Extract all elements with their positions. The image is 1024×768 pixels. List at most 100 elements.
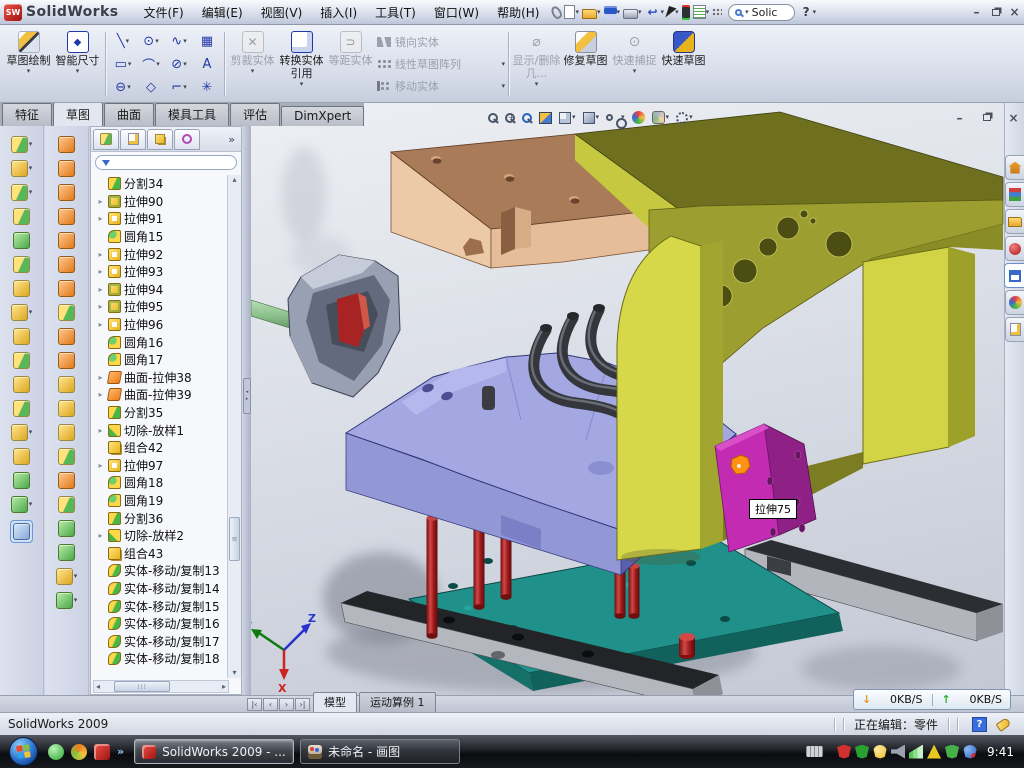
model-3d-view[interactable]: Y Z X (251, 103, 1004, 695)
panel-tab[interactable] (120, 129, 146, 150)
restore-button[interactable] (986, 5, 1005, 20)
rebuild-icon[interactable] (682, 5, 690, 20)
toolbar-button[interactable] (13, 328, 30, 345)
app-icon[interactable] (71, 744, 87, 760)
view-orientation-icon[interactable] (559, 112, 571, 124)
tree-item[interactable]: 实体-移动/复制14 (92, 580, 226, 598)
dropdown-caret[interactable] (183, 38, 187, 45)
toolbar-button[interactable] (11, 304, 33, 321)
tab-nav-button[interactable]: › (279, 698, 294, 711)
toolbar-button[interactable] (13, 472, 30, 489)
print-icon[interactable] (623, 9, 638, 19)
network-icon[interactable] (909, 745, 923, 759)
task-button[interactable]: 未命名 - 画图 (300, 739, 460, 764)
help-button[interactable]: ? (803, 5, 810, 19)
toolbar-button[interactable] (11, 160, 33, 177)
tree-item[interactable]: 拉伸92 (92, 245, 226, 263)
tree-item[interactable]: 圆角18 (92, 474, 226, 492)
toolbar-button[interactable] (58, 160, 75, 177)
ribbon-button[interactable]: 草图绘制 (4, 28, 53, 100)
line-icon[interactable]: ╲ (109, 30, 137, 53)
tree-item[interactable]: 拉伸97 (92, 457, 226, 475)
antivirus-icon[interactable] (837, 745, 851, 759)
hide-show-items-icon[interactable] (606, 114, 613, 121)
ribbon-button[interactable]: 修复草图 (561, 28, 610, 100)
dropdown-caret[interactable] (501, 61, 505, 68)
minimize-button[interactable]: – (967, 5, 986, 20)
toolbar-button[interactable] (56, 568, 78, 585)
toolbar-button[interactable] (13, 232, 30, 249)
ribbon-button[interactable]: 转换实体引用 (277, 28, 326, 100)
dropdown-caret[interactable] (29, 141, 33, 148)
tree-item[interactable]: 曲面-拉伸38 (92, 369, 226, 387)
toolbar-button[interactable] (13, 448, 30, 465)
dropdown-caret[interactable] (29, 309, 33, 316)
update-icon[interactable] (873, 745, 887, 759)
toolbar-button[interactable] (58, 496, 75, 513)
edit-appearance-icon[interactable] (632, 111, 645, 124)
task-pane-tab[interactable] (1004, 263, 1024, 288)
toolbar-button[interactable] (58, 328, 75, 345)
splitter-grip[interactable]: ◂▸ (243, 378, 251, 414)
command-tab[interactable]: 模具工具 (155, 103, 229, 126)
panel-overflow-chevron[interactable]: » (228, 133, 238, 146)
help-caret[interactable] (813, 9, 817, 16)
dropdown-caret[interactable] (29, 501, 33, 508)
apply-scene-icon[interactable] (652, 111, 665, 124)
scroll-thumb[interactable]: ⁞⁞⁞ (114, 681, 170, 692)
ribbon-stack-button[interactable]: 镜向实体 (375, 32, 505, 53)
tree-item[interactable]: 实体-移动/复制15 (92, 597, 226, 615)
solidworks-icon[interactable] (94, 744, 110, 760)
menu-item[interactable]: 编辑(E) (193, 1, 252, 24)
task-pane-tab[interactable] (1005, 155, 1024, 180)
toolbar-button[interactable] (58, 136, 75, 153)
dropdown-caret[interactable] (689, 114, 693, 121)
menu-item[interactable]: 插入(I) (311, 1, 366, 24)
toolbar-button[interactable] (58, 400, 75, 417)
panel-tab[interactable] (174, 129, 200, 150)
doc-minimize-button[interactable]: – (950, 110, 969, 125)
toolbar-button[interactable] (58, 184, 75, 201)
view-settings-icon[interactable] (676, 112, 688, 124)
toolbar-button[interactable] (58, 232, 75, 249)
scroll-thumb[interactable]: ≡ (229, 517, 240, 561)
display-style-icon[interactable] (583, 112, 595, 124)
toolbar-button[interactable] (58, 520, 75, 537)
task-button[interactable]: SolidWorks 2009 - ... (134, 739, 294, 764)
rectangle-icon[interactable]: ▭ (109, 53, 137, 76)
tree-item[interactable]: 组合43 (92, 544, 226, 562)
part-magenta-block[interactable] (715, 424, 816, 552)
dropdown-caret[interactable] (29, 429, 33, 436)
toolbar-button[interactable] (58, 472, 75, 489)
expander-icon[interactable] (96, 302, 105, 311)
toolbar-button[interactable] (58, 544, 75, 561)
menu-item[interactable]: 帮助(H) (488, 1, 548, 24)
sync-icon[interactable] (963, 745, 977, 759)
dropdown-caret[interactable] (127, 84, 131, 91)
tree-item[interactable]: 组合42 (92, 439, 226, 457)
toolbar-button[interactable] (13, 256, 30, 273)
text-icon[interactable]: A (193, 53, 221, 76)
dropdown-caret[interactable] (597, 9, 601, 16)
toolbar-button[interactable] (58, 304, 75, 321)
part-slide-insert[interactable] (251, 255, 400, 397)
dropdown-caret[interactable] (633, 68, 637, 75)
sketch-picture-icon[interactable]: ▦ (193, 30, 221, 53)
expander-icon[interactable] (96, 250, 105, 259)
dropdown-caret[interactable] (183, 61, 187, 68)
toolbar-button[interactable] (13, 208, 30, 225)
tree-item[interactable]: 曲面-拉伸39 (92, 386, 226, 404)
toolbar-button[interactable] (58, 208, 75, 225)
menu-item[interactable]: 文件(F) (134, 1, 192, 24)
dropdown-caret[interactable] (126, 38, 130, 45)
spline-icon[interactable]: ∿ (165, 30, 193, 53)
open-icon[interactable] (582, 9, 597, 19)
task-pane-tab[interactable] (1005, 236, 1024, 261)
dropdown-caret[interactable] (29, 165, 33, 172)
pin-icon[interactable] (550, 4, 564, 20)
dropdown-caret[interactable] (74, 597, 78, 604)
tree-item[interactable]: 拉伸94 (92, 281, 226, 299)
polygon-icon[interactable]: ◇ (137, 76, 165, 99)
toolbar-button[interactable] (58, 256, 75, 273)
toolbar-button[interactable] (58, 352, 75, 369)
